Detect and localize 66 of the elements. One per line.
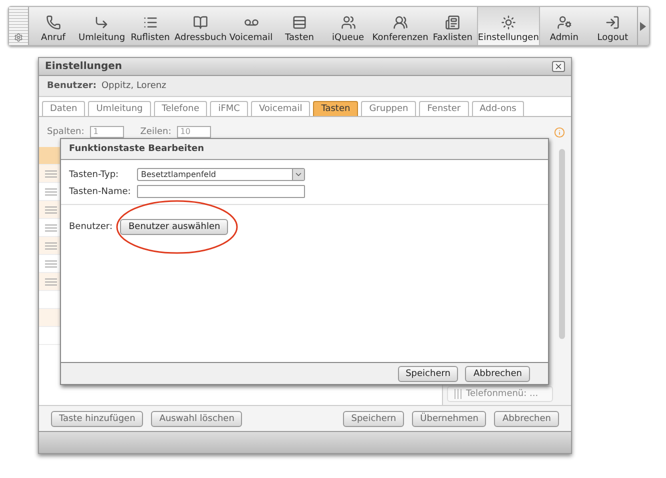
toolbar-button[interactable]: Anruf [29,7,78,45]
people-icon [340,15,356,30]
drag-handle-icon[interactable] [45,224,57,232]
document-icon [445,15,460,30]
keys-icon [292,15,308,30]
action-button[interactable]: Übernehmen [412,410,486,426]
drag-handle-icon[interactable] [45,206,57,214]
toolbar-button[interactable]: Konferenzen [372,7,428,45]
settings-icon[interactable] [14,33,23,42]
list-icon [142,15,158,30]
toolbar-button[interactable]: Admin [540,7,588,45]
toolbar-button[interactable]: Umleitung [78,7,126,45]
tab[interactable]: iFMC [210,101,248,116]
chevron-down-icon [294,170,303,179]
toolbar-button[interactable]: Ruflisten [126,7,175,45]
user-field-label: Benutzer: [69,222,112,232]
toolbar-button[interactable]: Adressbuch [174,7,227,45]
action-button[interactable]: Abbrechen [494,410,559,426]
scroll-right-icon[interactable] [640,22,646,30]
drag-handle-icon[interactable] [45,242,57,250]
drag-handle-icon[interactable] [45,170,57,178]
tab[interactable]: Daten [42,101,86,116]
scrollbar[interactable] [559,149,565,339]
action-button[interactable]: Taste hinzufügen [51,410,144,426]
dialog-button[interactable]: Abbrechen [465,366,530,382]
columns-label: Spalten: [47,127,84,137]
tab[interactable]: Telefone [154,101,208,116]
tab[interactable]: Tasten [313,101,358,116]
people-icon [392,15,408,30]
action-button[interactable]: Speichern [343,410,404,426]
toolbar-button[interactable]: Voicemail [226,7,276,45]
redirect-arrow-icon [94,15,110,30]
window-title: Einstellungen [45,61,122,72]
key-type-select[interactable]: Besetztlampenfeld [137,168,305,181]
action-button[interactable]: Auswahl löschen [151,410,242,426]
phone-icon [46,15,61,30]
tab[interactable]: Umleitung [88,101,151,116]
close-button[interactable] [552,61,565,72]
dialog-button[interactable]: Speichern [398,366,458,382]
select-user-button[interactable]: Benutzer auswählen [120,219,228,235]
toolbar-button[interactable]: Einstellungen [476,7,540,45]
info-icon[interactable] [554,127,565,138]
key-name-label: Tasten-Name: [69,186,132,196]
toolbar-button[interactable]: Faxlisten [428,7,477,45]
door-arrow-icon [605,15,620,30]
toolbar-button[interactable]: Logout [588,7,637,45]
rows-label: Zeilen: [140,127,172,137]
tab[interactable]: Voicemail [250,101,310,116]
drag-handle-icon[interactable] [45,188,57,196]
settings-icon [500,15,516,30]
book-icon [193,15,208,30]
tab[interactable]: Gruppen [361,101,416,116]
toolbar-button[interactable]: iQueue [324,7,372,45]
key-name-field[interactable] [137,185,305,198]
grip-icon [454,389,462,399]
toolbar-button[interactable]: Tasten [275,7,324,45]
tab[interactable]: Add-ons [472,101,524,116]
user-gear-icon [556,15,572,30]
user-name: Oppitz, Lorenz [101,81,166,91]
dialog-title: Funktionstaste Bearbeiten [69,144,204,154]
drag-handle-icon[interactable] [45,278,57,286]
close-icon [554,62,563,71]
user-label: Benutzer: [47,81,96,91]
key-type-label: Tasten-Typ: [69,170,120,180]
drag-handle-icon[interactable] [45,260,57,268]
tab[interactable]: Fenster [419,101,469,116]
